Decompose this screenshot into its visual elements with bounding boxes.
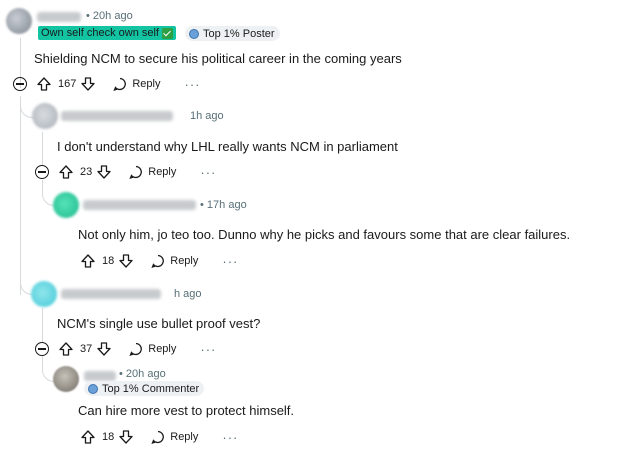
comment-actions: 18 Reply ··· (80, 251, 238, 271)
comment-actions: 23 Reply ··· (58, 162, 216, 182)
vote-count: 18 (102, 255, 115, 267)
reply-label: Reply (148, 166, 177, 178)
badge-text: Top 1% Poster (203, 27, 275, 40)
comment-time: 17h ago (206, 199, 247, 211)
reply-icon (151, 254, 165, 269)
badge-text: Top 1% Commenter (102, 382, 200, 395)
user-flair: Own self check own self (38, 26, 176, 40)
comment-time: 20h ago (92, 10, 133, 22)
avatar[interactable] (32, 103, 58, 129)
reply-label: Reply (132, 78, 161, 90)
comment-meta: • 17h ago (200, 199, 247, 211)
downvote-icon[interactable] (118, 253, 134, 269)
comment-time: h ago (174, 288, 202, 300)
username-blurred[interactable] (84, 371, 116, 381)
upvote-icon[interactable] (58, 341, 74, 357)
reply-icon (129, 165, 143, 180)
more-options-icon[interactable]: ··· (222, 430, 238, 445)
comment-meta: • 20h ago (119, 368, 166, 380)
flair-text: Own self check own self (41, 27, 159, 39)
comment-actions: 37 Reply ··· (58, 339, 216, 359)
achievement-badge[interactable]: Top 1% Poster (185, 26, 280, 41)
reply-button[interactable]: Reply (112, 76, 160, 92)
downvote-icon[interactable] (96, 341, 112, 357)
avatar[interactable] (31, 281, 57, 307)
more-options-icon[interactable]: ··· (222, 254, 238, 269)
collapse-thread-icon[interactable] (35, 342, 49, 356)
comment-actions: 18 Reply ··· (80, 427, 238, 447)
upvote-icon[interactable] (80, 429, 96, 445)
comment-body: I don't understand why LHL really wants … (57, 139, 398, 154)
checkmark-icon (162, 27, 173, 39)
reply-label: Reply (170, 255, 199, 267)
comment-time: 1h ago (190, 110, 224, 122)
badge-icon (189, 28, 199, 39)
vote-count: 167 (58, 78, 77, 90)
collapse-thread-icon[interactable] (35, 165, 49, 179)
username-blurred[interactable] (37, 12, 81, 22)
reply-button[interactable]: Reply (150, 253, 198, 269)
upvote-icon[interactable] (58, 164, 74, 180)
comment-meta: 1h ago (190, 110, 224, 122)
separator: • (200, 199, 204, 211)
reply-button[interactable]: Reply (128, 341, 176, 357)
comment-body: Not only him, jo teo too. Dunno why he p… (78, 227, 571, 242)
reply-icon (151, 430, 165, 445)
badge-icon (88, 383, 98, 394)
reply-label: Reply (148, 343, 177, 355)
username-blurred[interactable] (83, 200, 196, 210)
downvote-icon[interactable] (80, 76, 96, 92)
more-options-icon[interactable]: ··· (200, 165, 216, 180)
separator: • (119, 368, 123, 380)
more-options-icon[interactable]: ··· (200, 342, 216, 357)
comment-actions: 167 Reply ··· (36, 74, 200, 94)
comment-body: Can hire more vest to protect himself. (78, 403, 295, 418)
thread-line-c4 (42, 308, 43, 342)
avatar[interactable] (53, 366, 79, 392)
more-options-icon[interactable]: ··· (184, 77, 200, 92)
reply-icon (113, 77, 127, 92)
thread-line-c2 (42, 132, 43, 166)
reply-button[interactable]: Reply (150, 429, 198, 445)
downvote-icon[interactable] (118, 429, 134, 445)
achievement-badge[interactable]: Top 1% Commenter (84, 381, 205, 396)
vote-count: 37 (80, 343, 93, 355)
downvote-icon[interactable] (96, 164, 112, 180)
vote-count: 23 (80, 166, 93, 178)
vote-count: 18 (102, 431, 115, 443)
comment-meta: • 20h ago (86, 10, 133, 22)
comment-body: NCM's single use bullet proof vest? (57, 316, 261, 331)
username-blurred[interactable] (61, 111, 173, 121)
upvote-icon[interactable] (80, 253, 96, 269)
upvote-icon[interactable] (36, 76, 52, 92)
separator: • (86, 10, 90, 22)
comment-body: Shielding NCM to secure his political ca… (34, 51, 402, 66)
comment-meta: h ago (174, 288, 202, 300)
reply-button[interactable]: Reply (128, 164, 176, 180)
reply-icon (129, 342, 143, 357)
avatar[interactable] (53, 192, 79, 218)
avatar[interactable] (6, 8, 32, 34)
reply-label: Reply (170, 431, 199, 443)
username-blurred[interactable] (61, 289, 161, 299)
collapse-thread-icon[interactable] (13, 77, 27, 91)
thread-elbow-3 (20, 100, 32, 295)
comment-time: 20h ago (125, 368, 166, 380)
